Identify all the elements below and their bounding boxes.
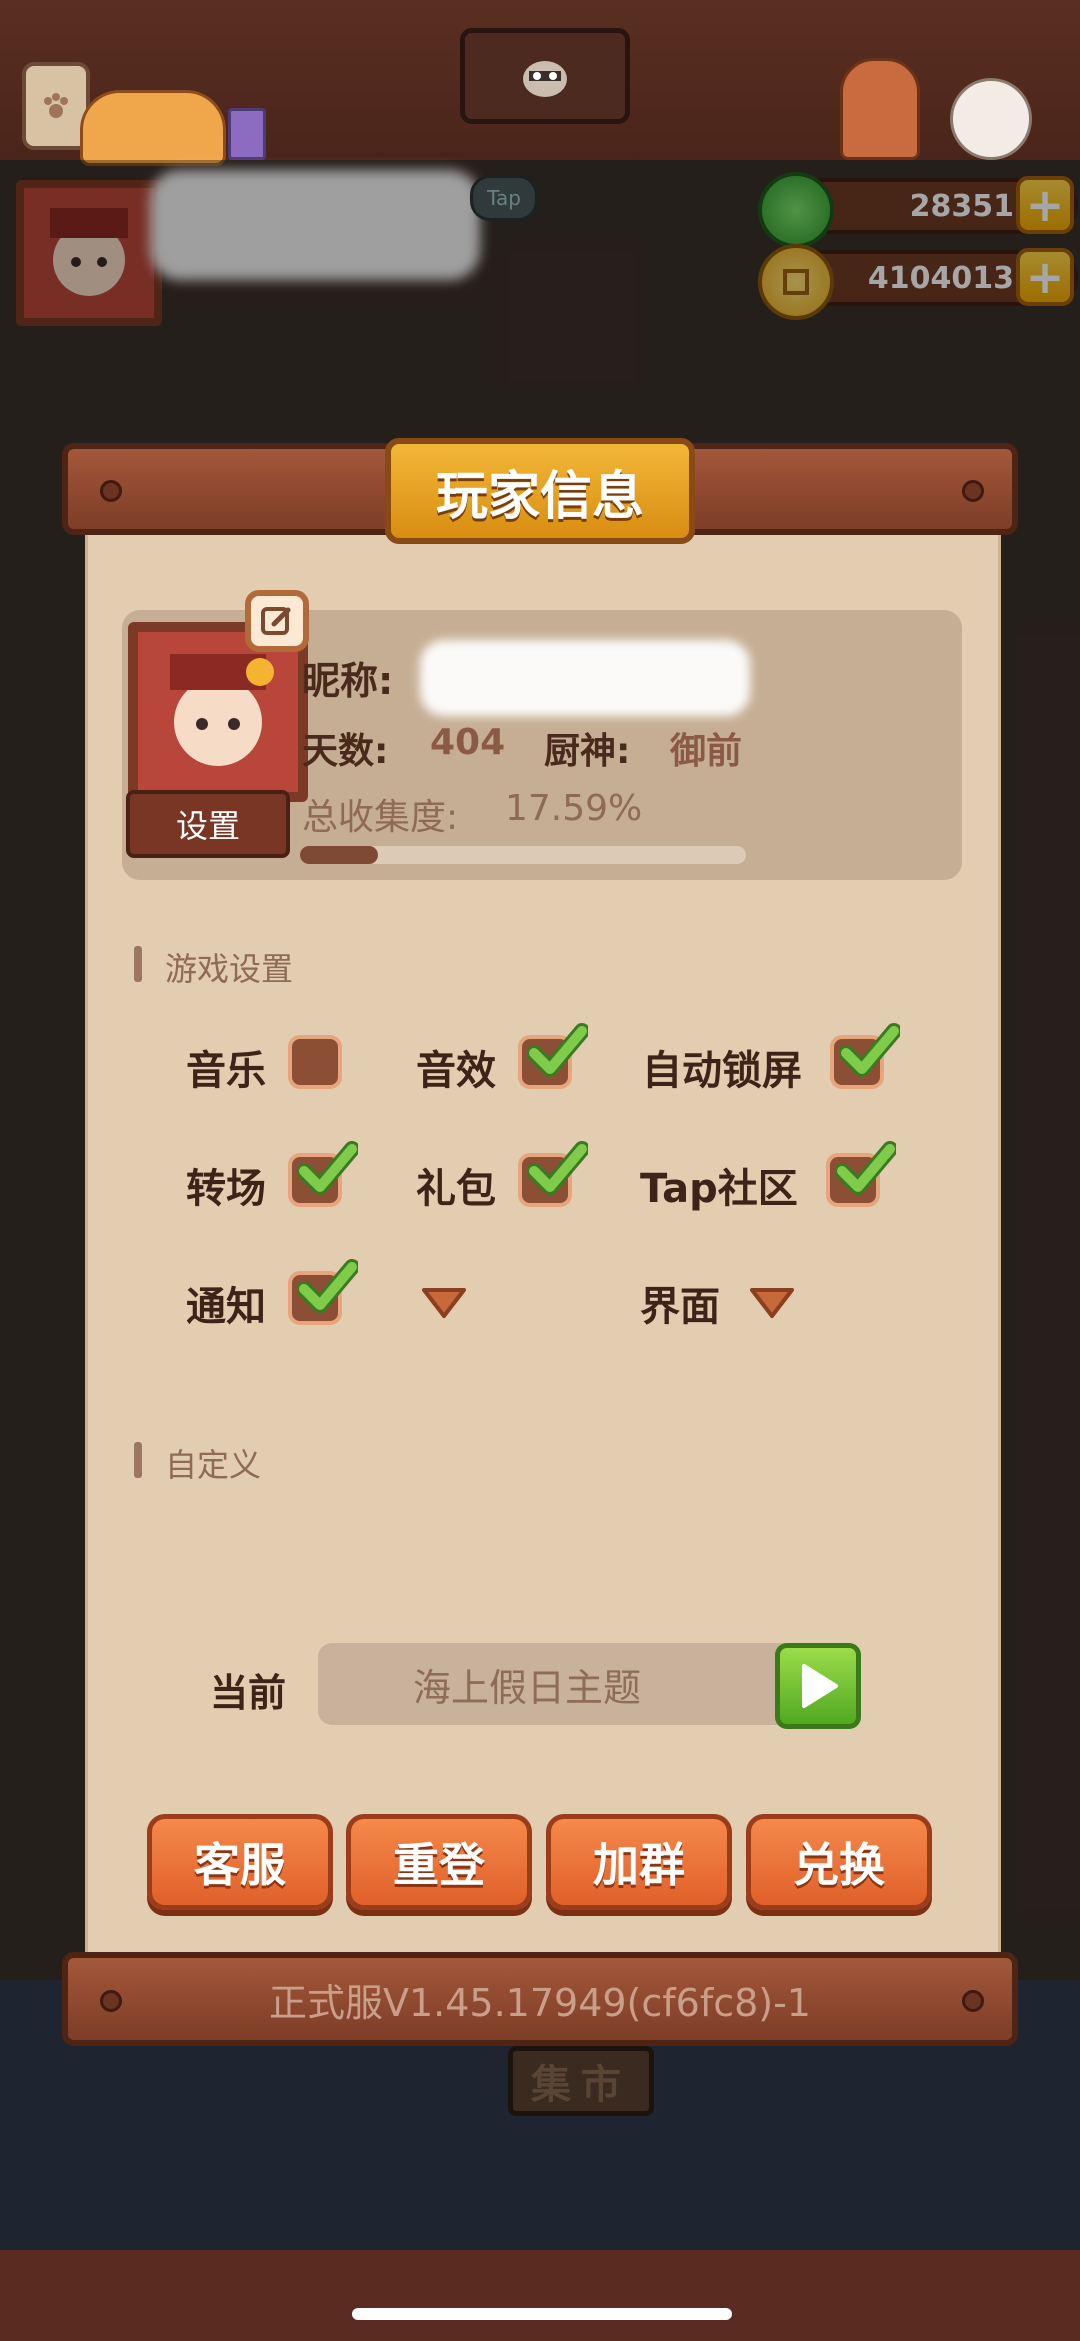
- transition-checkbox[interactable]: [288, 1141, 358, 1207]
- version-rivet-left: [100, 1990, 122, 2012]
- market-sign: 集市: [508, 2046, 654, 2116]
- notification-checkbox[interactable]: [288, 1259, 358, 1325]
- music-checkbox[interactable]: [288, 1035, 342, 1089]
- rod-rivet-left: [100, 480, 122, 502]
- music-label: 音乐: [186, 1048, 266, 1094]
- white-cat-icon[interactable]: [950, 78, 1032, 160]
- game-settings-heading: 游戏设置: [165, 950, 294, 988]
- join-group-button[interactable]: 加群: [546, 1814, 732, 1910]
- version-text: 正式服V1.45.17949(cf6fc8)-1: [268, 1980, 811, 2025]
- transition-label: 转场: [186, 1166, 266, 1212]
- check-icon: [298, 1259, 358, 1313]
- section-marker: [134, 946, 142, 982]
- chef-god-value: 御前: [670, 731, 743, 772]
- days-value: 404: [430, 722, 506, 763]
- interface-label: 界面: [640, 1284, 720, 1330]
- home-indicator[interactable]: [352, 2308, 732, 2320]
- sound-effects-label: 音效: [416, 1048, 496, 1094]
- tap-community-checkbox[interactable]: [826, 1141, 896, 1207]
- gift-pack-label: 礼包: [416, 1166, 496, 1212]
- chef-character-icon[interactable]: [840, 58, 920, 160]
- custom-heading: 自定义: [165, 1446, 262, 1484]
- check-icon: [298, 1141, 358, 1195]
- play-icon: [802, 1664, 838, 1708]
- check-icon: [836, 1141, 896, 1195]
- edit-profile-button[interactable]: [245, 590, 309, 652]
- interface-dropdown-icon[interactable]: [748, 1286, 796, 1320]
- rod-rivet-right: [962, 480, 984, 502]
- auto-lock-checkbox[interactable]: [830, 1023, 900, 1089]
- redeem-button[interactable]: 兑换: [746, 1814, 932, 1910]
- raccoon-portrait-icon[interactable]: [460, 28, 630, 124]
- days-label: 天数:: [302, 731, 389, 772]
- panel-title: 玩家信息: [385, 438, 695, 544]
- check-icon: [840, 1023, 900, 1077]
- current-theme-value: 海上假日主题: [413, 1665, 642, 1710]
- notification-label: 通知: [186, 1284, 266, 1330]
- tap-community-label: Tap社区: [640, 1166, 798, 1212]
- chef-god-label: 厨神:: [544, 731, 631, 772]
- check-icon: [528, 1023, 588, 1077]
- auto-lock-label: 自动锁屏: [642, 1048, 802, 1094]
- nickname-redacted: [420, 640, 750, 716]
- version-rivet-right: [962, 1990, 984, 2012]
- relogin-button[interactable]: 重登: [346, 1814, 532, 1910]
- sound-effects-checkbox[interactable]: [518, 1023, 588, 1089]
- theme-play-button[interactable]: [775, 1643, 861, 1729]
- edit-pencil-icon: [261, 607, 291, 635]
- customer-service-button[interactable]: 客服: [147, 1814, 333, 1910]
- current-theme-label: 当前: [210, 1671, 287, 1715]
- nickname-label: 昵称:: [302, 659, 394, 703]
- gift-pack-checkbox[interactable]: [518, 1141, 588, 1207]
- trophy-cup-icon[interactable]: [228, 108, 266, 160]
- collection-progress-fill: [300, 846, 378, 864]
- bottom-strip: [0, 2250, 1080, 2341]
- version-bar: 正式服V1.45.17949(cf6fc8)-1: [62, 1952, 1018, 2046]
- avatar-settings-button[interactable]: 设置: [126, 790, 290, 858]
- dropdown-arrow-icon[interactable]: [420, 1286, 468, 1320]
- check-icon: [528, 1141, 588, 1195]
- cat-mascot-icon[interactable]: [80, 90, 226, 166]
- section-marker: [134, 1442, 142, 1478]
- collection-value: 17.59%: [505, 788, 643, 829]
- collection-label: 总收集度:: [302, 797, 459, 838]
